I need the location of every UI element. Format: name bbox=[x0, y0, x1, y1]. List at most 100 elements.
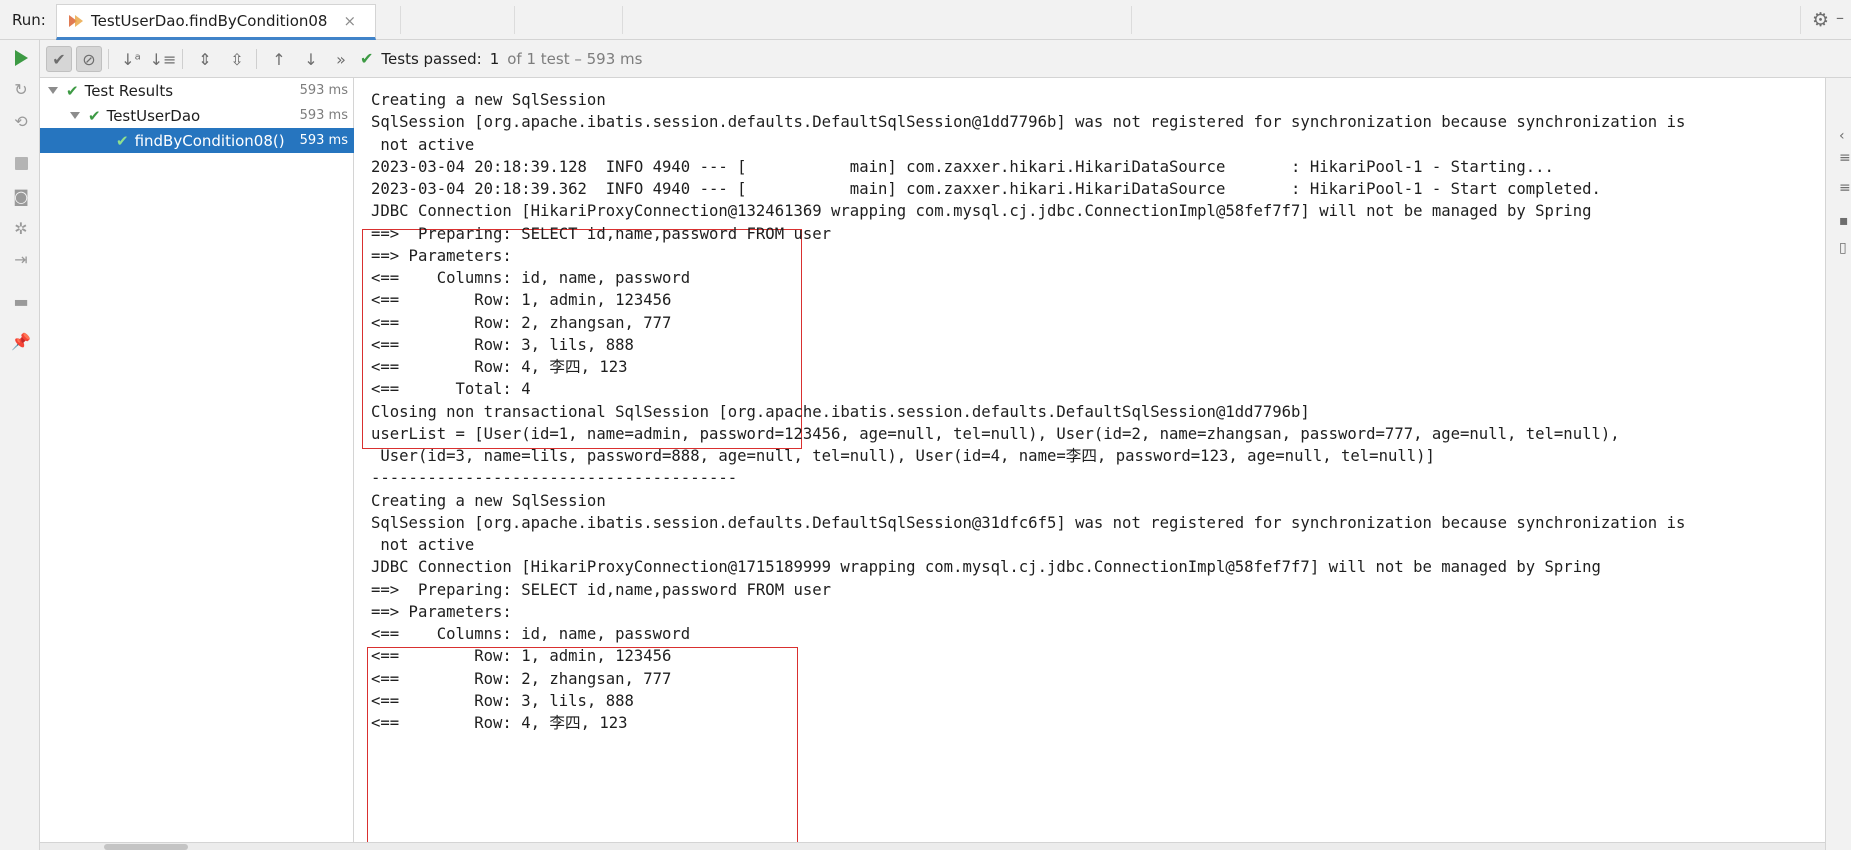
checkmark-icon: ✔ bbox=[360, 49, 374, 68]
console-line: 2023-03-04 20:18:39.128 INFO 4940 --- [ … bbox=[371, 157, 1554, 176]
rerun-failed-icon: ↻ bbox=[14, 79, 28, 99]
tree-node-findbycondition08[interactable]: ✔ findByCondition08() 593 ms bbox=[40, 128, 354, 153]
tree-node-testuserdao[interactable]: ✔ TestUserDao 593 ms bbox=[40, 103, 354, 128]
sort-alpha-icon: ↓ᵃ bbox=[121, 49, 141, 69]
scroll-up-icon[interactable]: ‹ bbox=[1839, 128, 1851, 144]
checkmark-icon: ✔ bbox=[66, 81, 79, 100]
more-actions-button[interactable]: » bbox=[328, 46, 354, 72]
soft-wrap-icon[interactable]: ≡ bbox=[1839, 150, 1851, 166]
console-line: JDBC Connection [HikariProxyConnection@1… bbox=[371, 202, 1592, 221]
console-line: not active bbox=[371, 135, 475, 154]
run-tab[interactable]: TestUserDao.findByCondition08 × bbox=[56, 4, 376, 40]
console-line: JDBC Connection [HikariProxyConnection@1… bbox=[371, 558, 1601, 577]
tab-divider bbox=[514, 6, 515, 34]
show-ignored-toggle[interactable]: ⊘ bbox=[76, 46, 102, 72]
tree-node-test-results[interactable]: ✔ Test Results 593 ms bbox=[40, 78, 354, 103]
pin-icon: 📌 bbox=[11, 331, 31, 351]
collapse-all-icon: ⇳ bbox=[230, 49, 244, 69]
run-tab-title: TestUserDao.findByCondition08 bbox=[91, 12, 328, 30]
toolbar-separator bbox=[108, 49, 109, 69]
import-icon: ⇥ bbox=[14, 249, 28, 269]
run-left-toolstrip: ↻ ⟲ ◙ ✲ ⇥ ▬ 📌 bbox=[0, 40, 40, 850]
console-line: --------------------------------------- bbox=[371, 469, 738, 488]
layout-button[interactable]: ▬ bbox=[10, 290, 32, 312]
run-config-icon bbox=[69, 14, 83, 28]
expand-arrow-icon[interactable] bbox=[70, 112, 80, 119]
auto-test-icon: ⟲ bbox=[14, 111, 28, 131]
console-output[interactable]: Creating a new SqlSession SqlSession [org… bbox=[355, 78, 1825, 842]
checkmark-icon: ✔ bbox=[52, 49, 66, 69]
chevron-right-icon: » bbox=[336, 49, 346, 69]
camera-icon: ◙ bbox=[13, 186, 29, 206]
rerun-button[interactable] bbox=[10, 47, 32, 69]
stop-icon bbox=[14, 156, 28, 170]
console-line: userList = [User(id=1, name=admin, passw… bbox=[371, 424, 1620, 443]
toolbar-separator bbox=[182, 49, 183, 69]
tree-node-time: 593 ms bbox=[299, 108, 348, 123]
console-line: <== Columns: id, name, password bbox=[371, 625, 691, 643]
test-toolbar: ✔ ⊘ ↓ᵃ ↓≡ ⇕ ⇳ ↑ ↓ » ✔ Tests passed: 1 of… bbox=[40, 40, 1851, 78]
console-right-toolstrip: ‹ ≡ ≡ ▪ ▯ bbox=[1825, 78, 1851, 850]
debug-button[interactable]: ✲ bbox=[10, 217, 32, 239]
toggle-auto-test-button[interactable]: ⟲ bbox=[10, 110, 32, 132]
expand-all-button[interactable]: ⇕ bbox=[192, 46, 218, 72]
test-results-tree: ✔ Test Results 593 ms ✔ TestUserDao 593 … bbox=[40, 78, 354, 850]
console-line: Closing non transactional SqlSession [or… bbox=[371, 402, 1310, 421]
console-line: ==> Parameters: bbox=[371, 602, 522, 621]
arrow-down-icon: ↓ bbox=[304, 49, 318, 69]
console-line: User(id=3, name=lils, password=888, age=… bbox=[371, 447, 1435, 465]
run-label: Run: bbox=[12, 11, 46, 29]
scroll-to-end-icon[interactable]: ≡ bbox=[1839, 180, 1851, 196]
expand-arrow-icon[interactable] bbox=[48, 87, 58, 94]
close-icon[interactable]: × bbox=[343, 12, 356, 30]
tree-node-label: findByCondition08() bbox=[134, 131, 285, 150]
print-icon[interactable]: ▪ bbox=[1839, 213, 1851, 229]
console-line: not active bbox=[371, 536, 475, 554]
passed-count: 1 bbox=[489, 49, 500, 68]
status-label: Tests passed: bbox=[381, 49, 482, 68]
checkmark-icon: ✔ bbox=[88, 106, 101, 125]
tab-divider bbox=[1131, 6, 1132, 34]
rerun-failed-button[interactable]: ↻ bbox=[10, 78, 32, 100]
clear-all-icon[interactable]: ▯ bbox=[1839, 240, 1851, 256]
console-line: SqlSession [org.apache.ibatis.session.de… bbox=[371, 113, 1686, 132]
status-summary: of 1 test – 593 ms bbox=[507, 49, 643, 68]
pin-tab-button[interactable]: 📌 bbox=[10, 330, 32, 352]
arrow-up-icon: ↑ bbox=[272, 49, 286, 69]
console-line: Creating a new SqlSession bbox=[371, 91, 606, 109]
console-line: <== Row: 4, 李四, 123 bbox=[371, 714, 628, 732]
import-tests-button[interactable]: ⇥ bbox=[10, 248, 32, 270]
show-passed-toggle[interactable]: ✔ bbox=[46, 46, 72, 72]
console-line: <== Row: 1, admin, 123456 bbox=[371, 291, 672, 310]
scrollbar-thumb[interactable] bbox=[104, 844, 188, 850]
console-line: ==> Preparing: SELECT id,name,password F… bbox=[371, 224, 832, 243]
sort-duration-icon: ↓≡ bbox=[149, 49, 177, 69]
stop-button[interactable] bbox=[10, 152, 32, 174]
console-line: <== Row: 1, admin, 123456 bbox=[371, 647, 672, 666]
tab-divider bbox=[400, 6, 401, 34]
test-status: ✔ Tests passed: 1 of 1 test – 593 ms bbox=[360, 49, 642, 68]
sort-by-duration-button[interactable]: ↓≡ bbox=[149, 46, 177, 72]
expand-all-icon: ⇕ bbox=[198, 49, 212, 69]
minimize-icon[interactable]: – bbox=[1836, 8, 1850, 28]
tab-divider bbox=[622, 6, 623, 34]
tree-node-label: Test Results bbox=[84, 81, 174, 100]
console-line: SqlSession [org.apache.ibatis.session.de… bbox=[371, 513, 1686, 532]
layout-icon: ▬ bbox=[13, 291, 29, 311]
console-line: <== Row: 4, 李四, 123 bbox=[371, 358, 628, 376]
console-line: Creating a new SqlSession bbox=[371, 491, 606, 510]
collapse-all-button[interactable]: ⇳ bbox=[224, 46, 250, 72]
bug-icon: ✲ bbox=[14, 218, 28, 238]
gear-icon[interactable]: ⚙ bbox=[1812, 10, 1832, 30]
console-line: <== Row: 3, lils, 888 bbox=[371, 335, 634, 354]
previous-failed-button[interactable]: ↑ bbox=[266, 46, 292, 72]
next-failed-button[interactable]: ↓ bbox=[298, 46, 324, 72]
run-tab-bar: Run: TestUserDao.findByCondition08 × ⚙ – bbox=[0, 0, 1851, 40]
console-line: <== Row: 3, lils, 888 bbox=[371, 691, 634, 710]
screenshot-button[interactable]: ◙ bbox=[10, 185, 32, 207]
console-line: ==> Parameters: bbox=[371, 246, 522, 265]
console-line: <== Total: 4 bbox=[371, 380, 531, 399]
toolbar-separator bbox=[256, 49, 257, 69]
console-horizontal-scrollbar[interactable] bbox=[40, 842, 1825, 850]
sort-alphabetically-button[interactable]: ↓ᵃ bbox=[118, 46, 144, 72]
